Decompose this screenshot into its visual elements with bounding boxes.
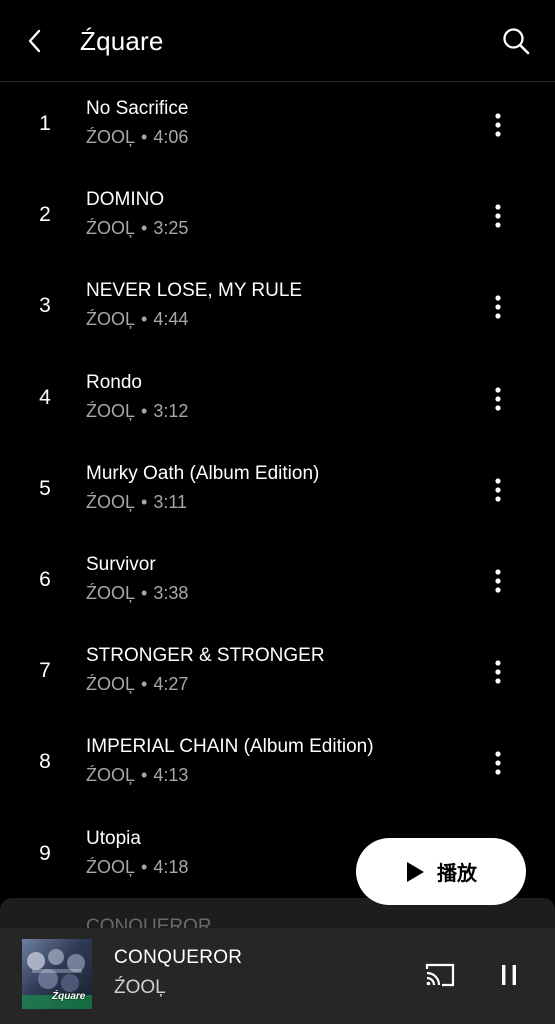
- chevron-left-icon: [28, 29, 41, 53]
- track-number: 8: [39, 750, 51, 774]
- track-number: 6: [39, 567, 51, 591]
- cast-button[interactable]: [422, 957, 458, 993]
- track-subtitle: ŹOOĻ • 3:38: [86, 581, 188, 605]
- track-subtitle: ŹOOĻ • 4:18: [86, 855, 188, 879]
- track-artist: ŹOOĻ: [86, 218, 136, 239]
- separator-dot: •: [141, 127, 148, 147]
- play-button-label: 播放: [437, 861, 477, 885]
- track-title: Rondo: [86, 371, 142, 393]
- track-duration: 3:11: [153, 491, 188, 512]
- track-row[interactable]: 6 Survivor ŹOOĻ • 3:38: [0, 538, 555, 629]
- track-list: 1 No Sacrifice ŹOOĻ • 4:06 2 DOMINO ŹOOĻ • 3…: [0, 82, 555, 903]
- separator-dot: •: [141, 765, 148, 786]
- mini-player[interactable]: Źquare CONQUEROR ŹOOĻ: [0, 928, 555, 1024]
- track-duration: 3:12: [153, 400, 189, 421]
- track-number: 4: [39, 385, 51, 409]
- track-artist: ŹOOĻ: [86, 491, 136, 512]
- track-row[interactable]: 3 NEVER LOSE, MY RULE ŹOOĻ • 4:44: [0, 264, 555, 355]
- track-number: 3: [39, 294, 51, 318]
- play-icon: [407, 861, 424, 882]
- track-artist: ŹOOĻ: [86, 765, 136, 786]
- album-cover-text: Źquare: [52, 991, 86, 1002]
- album-cover[interactable]: Źquare: [22, 939, 92, 1009]
- more-vertical-icon: [495, 569, 501, 593]
- track-duration: 3:25: [153, 218, 189, 239]
- track-artist: ŹOOĻ: [86, 856, 136, 877]
- track-more-button[interactable]: [483, 292, 513, 322]
- track-number: 2: [39, 203, 51, 227]
- track-row[interactable]: 5 Murky Oath (Album Edition) ŹOOĻ • 3:11: [0, 447, 555, 538]
- track-row[interactable]: 7 STRONGER & STRONGER ŹOOĻ • 4:27: [0, 629, 555, 720]
- more-vertical-icon: [495, 478, 501, 502]
- separator-dot: •: [141, 400, 148, 421]
- track-row[interactable]: 2 DOMINO ŹOOĻ • 3:25: [0, 173, 555, 264]
- track-subtitle: ŹOOĻ • 3:25: [86, 216, 188, 240]
- top-app-bar: Źquare: [0, 0, 555, 82]
- search-button[interactable]: [499, 24, 533, 58]
- sheet-peek-title: CONQUEROR: [86, 916, 212, 928]
- track-row[interactable]: 1 No Sacrifice ŹOOĻ • 4:06: [0, 82, 555, 173]
- track-more-button[interactable]: [483, 566, 513, 596]
- track-more-button[interactable]: [483, 475, 513, 505]
- track-title: IMPERIAL CHAIN (Album Edition): [86, 736, 374, 758]
- more-vertical-icon: [495, 113, 501, 137]
- pause-button[interactable]: [491, 957, 527, 993]
- track-artist: ŹOOĻ: [86, 309, 136, 330]
- track-duration: 3:38: [153, 582, 189, 603]
- play-button[interactable]: 播放: [356, 838, 526, 905]
- track-number: 5: [39, 476, 51, 500]
- more-vertical-icon: [495, 660, 501, 684]
- track-title: NEVER LOSE, MY RULE: [86, 280, 303, 302]
- track-artist: ŹOOĻ: [86, 127, 136, 147]
- now-playing-artist: ŹOOĻ: [114, 977, 166, 998]
- track-subtitle: ŹOOĻ • 3:11: [86, 490, 187, 514]
- track-artist: ŹOOĻ: [86, 674, 136, 695]
- track-duration: 4:18: [153, 856, 189, 877]
- track-duration: 4:06: [153, 127, 189, 147]
- now-playing-title: CONQUEROR: [114, 947, 243, 968]
- track-subtitle: ŹOOĻ • 3:12: [86, 399, 188, 423]
- track-title: Utopia: [86, 827, 141, 849]
- track-number: 7: [39, 659, 51, 683]
- separator-dot: •: [141, 218, 148, 239]
- track-title: Murky Oath (Album Edition): [86, 462, 320, 484]
- track-duration: 4:44: [153, 309, 189, 330]
- track-title: DOMINO: [86, 189, 165, 211]
- track-title: Survivor: [86, 553, 156, 575]
- separator-dot: •: [141, 491, 148, 512]
- cast-icon: [425, 963, 455, 987]
- track-row[interactable]: 8 IMPERIAL CHAIN (Album Edition) ŹOOĻ • 4:…: [0, 720, 555, 811]
- track-artist: ŹOOĻ: [86, 582, 136, 603]
- track-title: STRONGER & STRONGER: [86, 645, 325, 667]
- separator-dot: •: [141, 582, 148, 603]
- page-title: Źquare: [80, 26, 164, 56]
- track-more-button[interactable]: [483, 201, 513, 231]
- track-row[interactable]: 4 Rondo ŹOOĻ • 3:12: [0, 356, 555, 447]
- search-icon: [503, 28, 530, 55]
- track-more-button[interactable]: [483, 384, 513, 414]
- track-title: No Sacrifice: [86, 98, 189, 119]
- track-artist: ŹOOĻ: [86, 400, 136, 421]
- separator-dot: •: [141, 309, 148, 330]
- track-subtitle: ŹOOĻ • 4:06: [86, 125, 188, 149]
- track-subtitle: ŹOOĻ • 4:13: [86, 763, 188, 787]
- pause-icon: [502, 965, 516, 985]
- track-more-button[interactable]: [483, 110, 513, 140]
- track-more-button[interactable]: [483, 748, 513, 778]
- track-number: 1: [39, 112, 51, 135]
- more-vertical-icon: [495, 295, 501, 319]
- track-more-button[interactable]: [483, 657, 513, 687]
- separator-dot: •: [141, 674, 148, 695]
- more-vertical-icon: [495, 386, 501, 411]
- track-subtitle: ŹOOĻ • 4:44: [86, 307, 188, 331]
- separator-dot: •: [141, 856, 148, 877]
- more-vertical-icon: [495, 751, 501, 775]
- track-duration: 4:27: [153, 674, 189, 695]
- back-button[interactable]: [18, 24, 52, 58]
- track-duration: 4:13: [153, 765, 189, 786]
- more-vertical-icon: [495, 204, 501, 228]
- track-number: 9: [39, 841, 51, 865]
- track-subtitle: ŹOOĻ • 4:27: [86, 672, 188, 696]
